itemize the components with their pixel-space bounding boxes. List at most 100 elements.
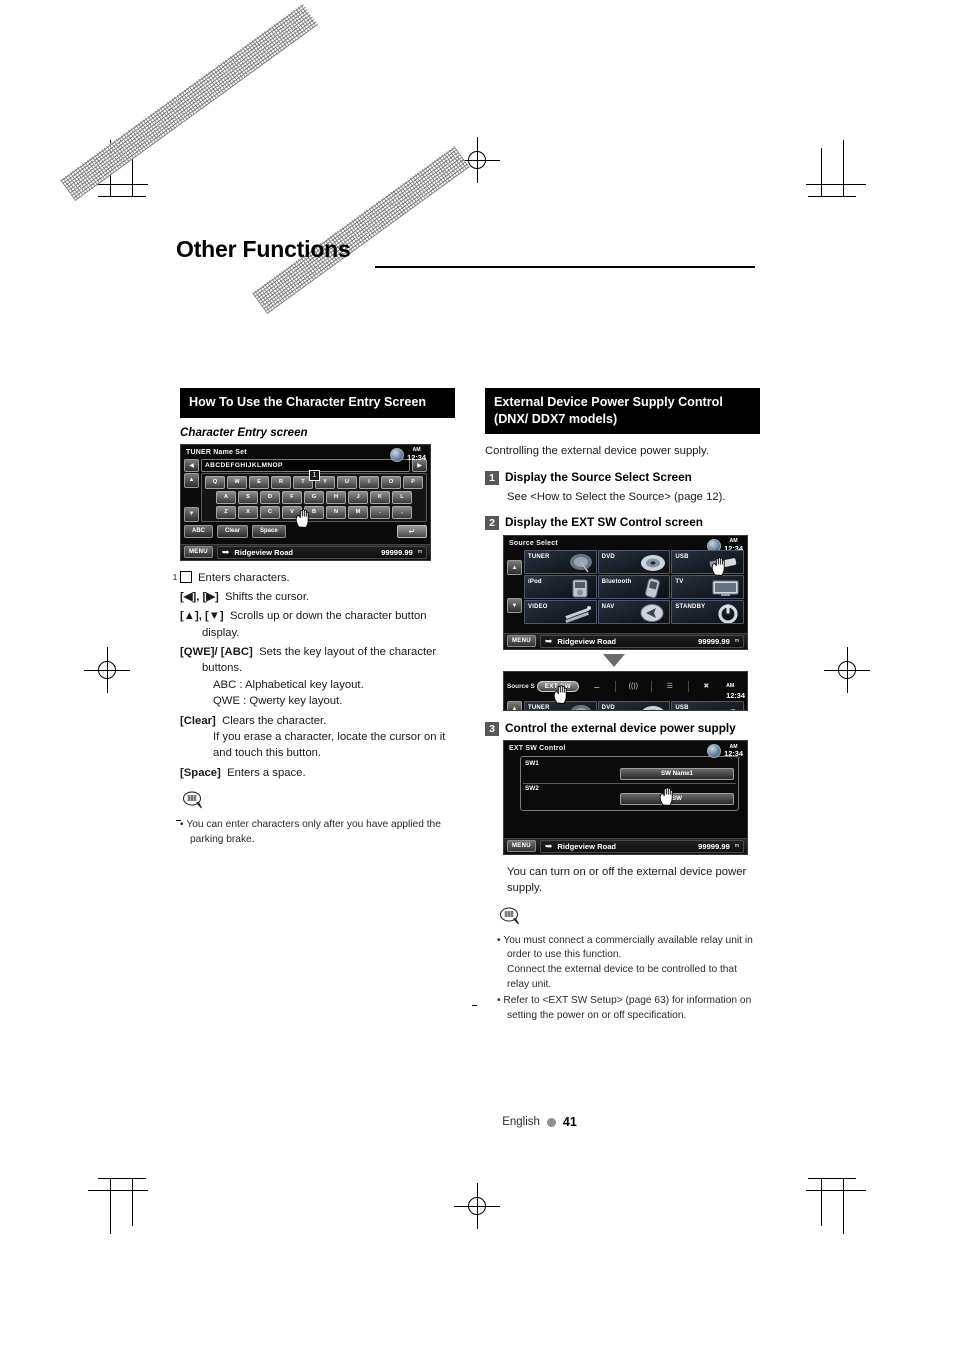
key[interactable]: W (227, 475, 247, 489)
antenna-icon (569, 553, 592, 573)
antenna-icon (570, 705, 591, 710)
distance-unit: m (734, 843, 739, 850)
ext-sw-button[interactable]: EXT SW (536, 680, 580, 692)
menu-button[interactable]: MENU (507, 840, 536, 853)
clear-button[interactable]: Clear (217, 524, 249, 538)
step-title: Display the Source Select Screen (505, 469, 692, 484)
key[interactable]: S (238, 490, 258, 504)
key[interactable]: Q (205, 475, 225, 489)
source-button-bluetooth[interactable]: Bluetooth (597, 574, 671, 599)
key[interactable]: L (392, 490, 412, 504)
flow-arrow-down-icon (603, 653, 625, 667)
source-label: TUNER (528, 705, 550, 711)
source-button-standby[interactable]: STANDBY (671, 599, 745, 624)
name-input-field[interactable]: ABCDEFGHIJKLMNOP (201, 458, 410, 472)
note-item: • You must connect a commercially availa… (497, 934, 753, 961)
key[interactable]: F (282, 490, 302, 504)
tool-icon-display[interactable]: ☰ (652, 680, 689, 692)
character-entry-screenshot: TUNER Name Set AM 12:34 ◀ ABCDEFGHIJKLMN… (180, 443, 431, 561)
intro-text: Controlling the external device power su… (485, 445, 709, 458)
source-button-dvd[interactable]: DVD (597, 701, 671, 710)
key[interactable]: D (260, 490, 280, 504)
switch-label: SW2 (525, 784, 539, 792)
power-icon (718, 604, 738, 623)
source-button-nav[interactable]: NAV (597, 599, 671, 624)
key[interactable]: , (392, 505, 412, 519)
switch-button-sw1[interactable]: SW Name1 (620, 767, 734, 780)
note-extra-line: Connect the external device to be contro… (507, 964, 737, 991)
key[interactable]: C (260, 505, 280, 519)
scroll-down-button[interactable]: ▼ (184, 506, 199, 522)
source-button-video[interactable]: VIDEO (524, 599, 597, 624)
key[interactable]: R (271, 475, 291, 489)
note-text: Refer to <EXT SW Setup> (page 63) for in… (503, 994, 752, 1021)
scroll-up-button[interactable]: ▲ (507, 701, 522, 710)
legend-key: [Space] (180, 766, 221, 779)
switch-button-sw2[interactable]: SW (620, 792, 734, 805)
note-item: • Refer to <EXT SW Setup> (page 63) for … (497, 994, 752, 1021)
key[interactable]: K (370, 490, 390, 504)
scroll-up-button[interactable]: ▲ (184, 472, 199, 488)
source-select-screenshot: Source Select AM 12:34 ▲ ▼ TUNER DVD USB… (503, 534, 748, 650)
menu-button[interactable]: MENU (184, 546, 213, 559)
distance-value: 99999.99 (698, 636, 730, 646)
road-info-bar: ➥ Ridgeview Road 99999.99 m (216, 545, 427, 559)
key[interactable]: Z (216, 505, 236, 519)
key[interactable]: J (348, 490, 368, 504)
scroll-down-button[interactable]: ▼ (507, 598, 522, 614)
tool-icon-wrench[interactable]: ⚊ (579, 680, 616, 692)
scroll-up-button[interactable]: ▲ (507, 560, 522, 576)
key[interactable]: G (304, 490, 324, 504)
key[interactable]: H (326, 490, 346, 504)
source-button-tuner[interactable]: TUNER (524, 549, 597, 574)
right-column: External Device Power Supply Control (DN… (485, 388, 760, 1023)
disc-icon (643, 706, 664, 710)
source-button-usb[interactable]: USB (671, 549, 745, 574)
key[interactable]: O (381, 475, 401, 489)
decorative-band-1 (60, 3, 318, 202)
step-number-badge: 2 (485, 516, 499, 531)
space-button[interactable]: Space (252, 524, 286, 538)
legend-list: 1 Enters characters. [◀], [▶] Shifts the … (173, 570, 455, 782)
source-label: DVD (601, 553, 615, 560)
source-button-tuner[interactable]: TUNER (524, 701, 597, 711)
source-button-dvd[interactable]: DVD (597, 549, 671, 574)
key[interactable]: X (238, 505, 258, 519)
key[interactable]: A (216, 490, 236, 504)
registration-mark-bottom (454, 1183, 500, 1229)
tool-icon-close[interactable]: ✖ (689, 681, 725, 692)
key[interactable]: B (304, 505, 324, 519)
enter-return-icon[interactable]: ↵ (397, 524, 427, 538)
source-button-tv[interactable]: TV (671, 574, 745, 599)
key[interactable]: U (337, 475, 357, 489)
note-text: You must connect a commercially availabl… (503, 934, 753, 961)
source-button-usb[interactable]: USB (671, 701, 745, 710)
key[interactable]: N (326, 505, 346, 519)
globe-icon (390, 447, 405, 462)
distance-value: 99999.99 (381, 547, 413, 557)
legend-key: [Clear] (180, 714, 216, 727)
key[interactable]: P (403, 475, 423, 489)
key[interactable]: I (359, 475, 379, 489)
menu-button[interactable]: MENU (507, 635, 536, 648)
road-info-bar: ➥ Ridgeview Road 99999.99 m (539, 839, 744, 853)
globe-icon (707, 743, 722, 758)
tool-icon-audio[interactable]: (()) (616, 680, 653, 692)
key[interactable]: V (282, 505, 302, 519)
legend-item: [▲], [▼] Scrolls up or down the characte… (180, 608, 455, 641)
keyboard-row: Z X C V B N M . , (204, 505, 424, 519)
sub-heading-character-entry-screen: Character Entry screen (180, 425, 308, 439)
note-bubble-icon (183, 791, 202, 809)
status-clock: AM 12:34 (390, 448, 426, 462)
step-title: Control the external device power supply (505, 720, 736, 735)
abc-layout-button[interactable]: ABC (184, 524, 213, 538)
cursor-left-button[interactable]: ◀ (184, 458, 199, 472)
step-3: 3 Control the external device power supp… (485, 721, 760, 736)
key[interactable]: M (348, 505, 368, 519)
legend-subline: ABC : Alphabetical key layout. (213, 678, 364, 691)
switch-panel: SW1 SW Name1 SW2 SW (520, 755, 739, 811)
key[interactable]: E (249, 475, 269, 489)
source-button-ipod[interactable]: iPod (524, 574, 597, 599)
key[interactable]: . (370, 505, 390, 519)
source-label: STANDBY (675, 603, 706, 610)
